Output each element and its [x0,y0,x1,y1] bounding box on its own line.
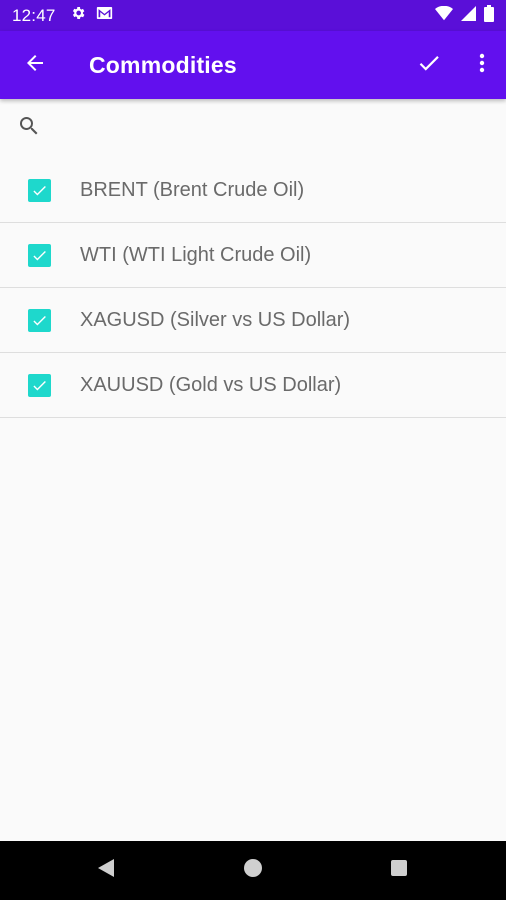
back-button[interactable] [0,31,70,99]
list-item-label: WTI (WTI Light Crude Oil) [80,243,312,266]
signal-icon [461,5,476,26]
checkbox-checked[interactable] [28,178,51,202]
more-vert-icon [470,51,494,80]
gmail-icon [96,6,113,25]
wifi-icon [435,5,453,26]
confirm-button[interactable] [404,31,454,99]
gear-icon [70,5,86,26]
search-icon[interactable] [17,114,41,143]
list-item-label: XAUUSD (Gold vs US Dollar) [80,373,342,396]
app-bar: Commodities [0,31,506,99]
check-icon [416,50,442,81]
commodity-list: BRENT (Brent Crude Oil) WTI (WTI Light C… [0,158,506,418]
overflow-menu-button[interactable] [458,31,506,99]
page-title: Commodities [89,51,237,78]
recents-square-icon [390,859,408,882]
checkbox-checked[interactable] [28,373,51,397]
list-item[interactable]: XAUUSD (Gold vs US Dollar) [0,353,506,418]
list-item-label: BRENT (Brent Crude Oil) [80,178,305,201]
nav-back-button[interactable] [76,841,136,900]
status-bar: 12:47 [0,0,506,31]
nav-recents-button[interactable] [369,841,429,900]
home-circle-icon [243,858,263,883]
arrow-back-icon [23,51,47,80]
status-time: 12:47 [12,5,56,25]
list-item[interactable]: XAGUSD (Silver vs US Dollar) [0,288,506,353]
checkbox-checked[interactable] [28,308,51,332]
list-item[interactable]: WTI (WTI Light Crude Oil) [0,223,506,288]
system-nav-bar [0,841,506,900]
search-bar[interactable] [0,99,506,157]
list-item[interactable]: BRENT (Brent Crude Oil) [0,158,506,223]
nav-home-button[interactable] [223,841,283,900]
checkbox-checked[interactable] [28,243,51,267]
back-triangle-icon [97,858,115,883]
list-item-label: XAGUSD (Silver vs US Dollar) [80,308,351,331]
battery-icon [484,4,494,27]
